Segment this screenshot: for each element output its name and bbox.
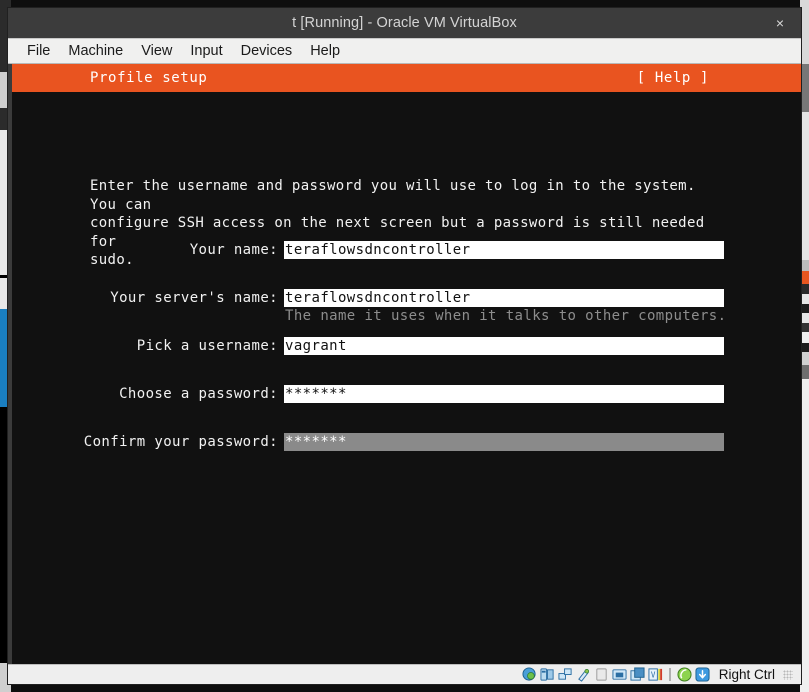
- hard-disk-icon[interactable]: [522, 667, 537, 682]
- display-icon[interactable]: [612, 667, 627, 682]
- video-capture-icon[interactable]: V: [648, 667, 663, 682]
- label-server-name: Your server's name:: [12, 289, 278, 307]
- host-key-icon[interactable]: [695, 667, 710, 682]
- guest-screen: Profile setup [ Help ] Enter the usernam…: [8, 64, 801, 664]
- label-password: Choose a password:: [12, 385, 278, 403]
- shared-folders-icon[interactable]: [594, 667, 609, 682]
- background-window-right-sliver: [800, 332, 809, 343]
- menu-item-input[interactable]: Input: [181, 41, 231, 61]
- background-window-right-sliver: [800, 663, 809, 692]
- menu-item-view[interactable]: View: [132, 41, 181, 61]
- background-window-right-sliver: [800, 323, 809, 332]
- background-window-right-sliver: [800, 379, 809, 663]
- window-titlebar: t [Running] - Oracle VM VirtualBox ×: [8, 8, 801, 38]
- input-username[interactable]: vagrant: [284, 337, 724, 355]
- statusbar-separator: [669, 668, 671, 681]
- form-row-your-name: Your name: teraflowsdncontroller: [12, 241, 801, 259]
- installer-body: Enter the username and password you will…: [12, 92, 801, 664]
- help-button[interactable]: [ Help ]: [637, 70, 709, 86]
- statusbar: V Right Ctrl: [8, 664, 801, 684]
- page-title: Profile setup: [90, 70, 207, 86]
- resize-grip[interactable]: [783, 670, 793, 680]
- input-confirm-password-value: *******: [284, 433, 724, 451]
- form-row-username: Pick a username: vagrant: [12, 337, 801, 355]
- menubar: File Machine View Input Devices Help: [8, 38, 801, 64]
- menu-item-devices[interactable]: Devices: [232, 41, 302, 61]
- mouse-integration-icon[interactable]: [677, 667, 692, 682]
- background-window-right-sliver: [800, 343, 809, 352]
- background-window-right-sliver: [800, 365, 809, 379]
- recording-icon[interactable]: [630, 667, 645, 682]
- background-window-right-sliver: [800, 271, 809, 284]
- input-server-name-value: teraflowsdncontroller: [284, 289, 724, 307]
- statusbar-icon-group: V Right Ctrl: [522, 667, 793, 682]
- optical-drive-icon[interactable]: [540, 667, 555, 682]
- menu-item-file[interactable]: File: [18, 41, 59, 61]
- menu-item-machine[interactable]: Machine: [59, 41, 132, 61]
- host-key-label: Right Ctrl: [719, 667, 775, 682]
- label-your-name: Your name:: [12, 241, 278, 259]
- form-row-password: Choose a password: *******: [12, 385, 801, 403]
- label-username: Pick a username:: [12, 337, 278, 355]
- hint-server-name: The name it uses when it talks to other …: [285, 307, 726, 325]
- close-icon[interactable]: ×: [771, 14, 789, 32]
- background-window-right-sliver: [800, 0, 809, 64]
- form-row-server-name: Your server's name: teraflowsdncontrolle…: [12, 289, 801, 307]
- label-confirm-password: Confirm your password:: [12, 433, 278, 451]
- background-window-right-sliver: [800, 112, 809, 260]
- network-icon[interactable]: [558, 667, 573, 682]
- input-password-value: *******: [284, 385, 724, 403]
- background-window-right-sliver: [800, 352, 809, 365]
- installer-header: Profile setup [ Help ]: [12, 64, 801, 92]
- input-your-name[interactable]: teraflowsdncontroller: [284, 241, 724, 259]
- svg-text:V: V: [651, 670, 656, 679]
- background-window-right-sliver: [800, 313, 809, 323]
- background-window-right-sliver: [800, 64, 809, 112]
- form-row-confirm-password: Confirm your password: *******: [12, 433, 801, 451]
- background-window-right-sliver: [800, 284, 809, 294]
- usb-icon[interactable]: [576, 667, 591, 682]
- input-username-value: vagrant: [284, 337, 724, 355]
- input-confirm-password[interactable]: *******: [284, 433, 724, 451]
- input-server-name[interactable]: teraflowsdncontroller: [284, 289, 724, 307]
- window-title: t [Running] - Oracle VM VirtualBox: [292, 15, 517, 31]
- input-password[interactable]: *******: [284, 385, 724, 403]
- virtualbox-window: t [Running] - Oracle VM VirtualBox × Fil…: [8, 8, 801, 684]
- menu-item-help[interactable]: Help: [301, 41, 349, 61]
- input-your-name-value: teraflowsdncontroller: [284, 241, 724, 259]
- background-window-right-sliver: [800, 294, 809, 304]
- background-window-right-sliver: [800, 260, 809, 271]
- background-window-right-sliver: [800, 304, 809, 313]
